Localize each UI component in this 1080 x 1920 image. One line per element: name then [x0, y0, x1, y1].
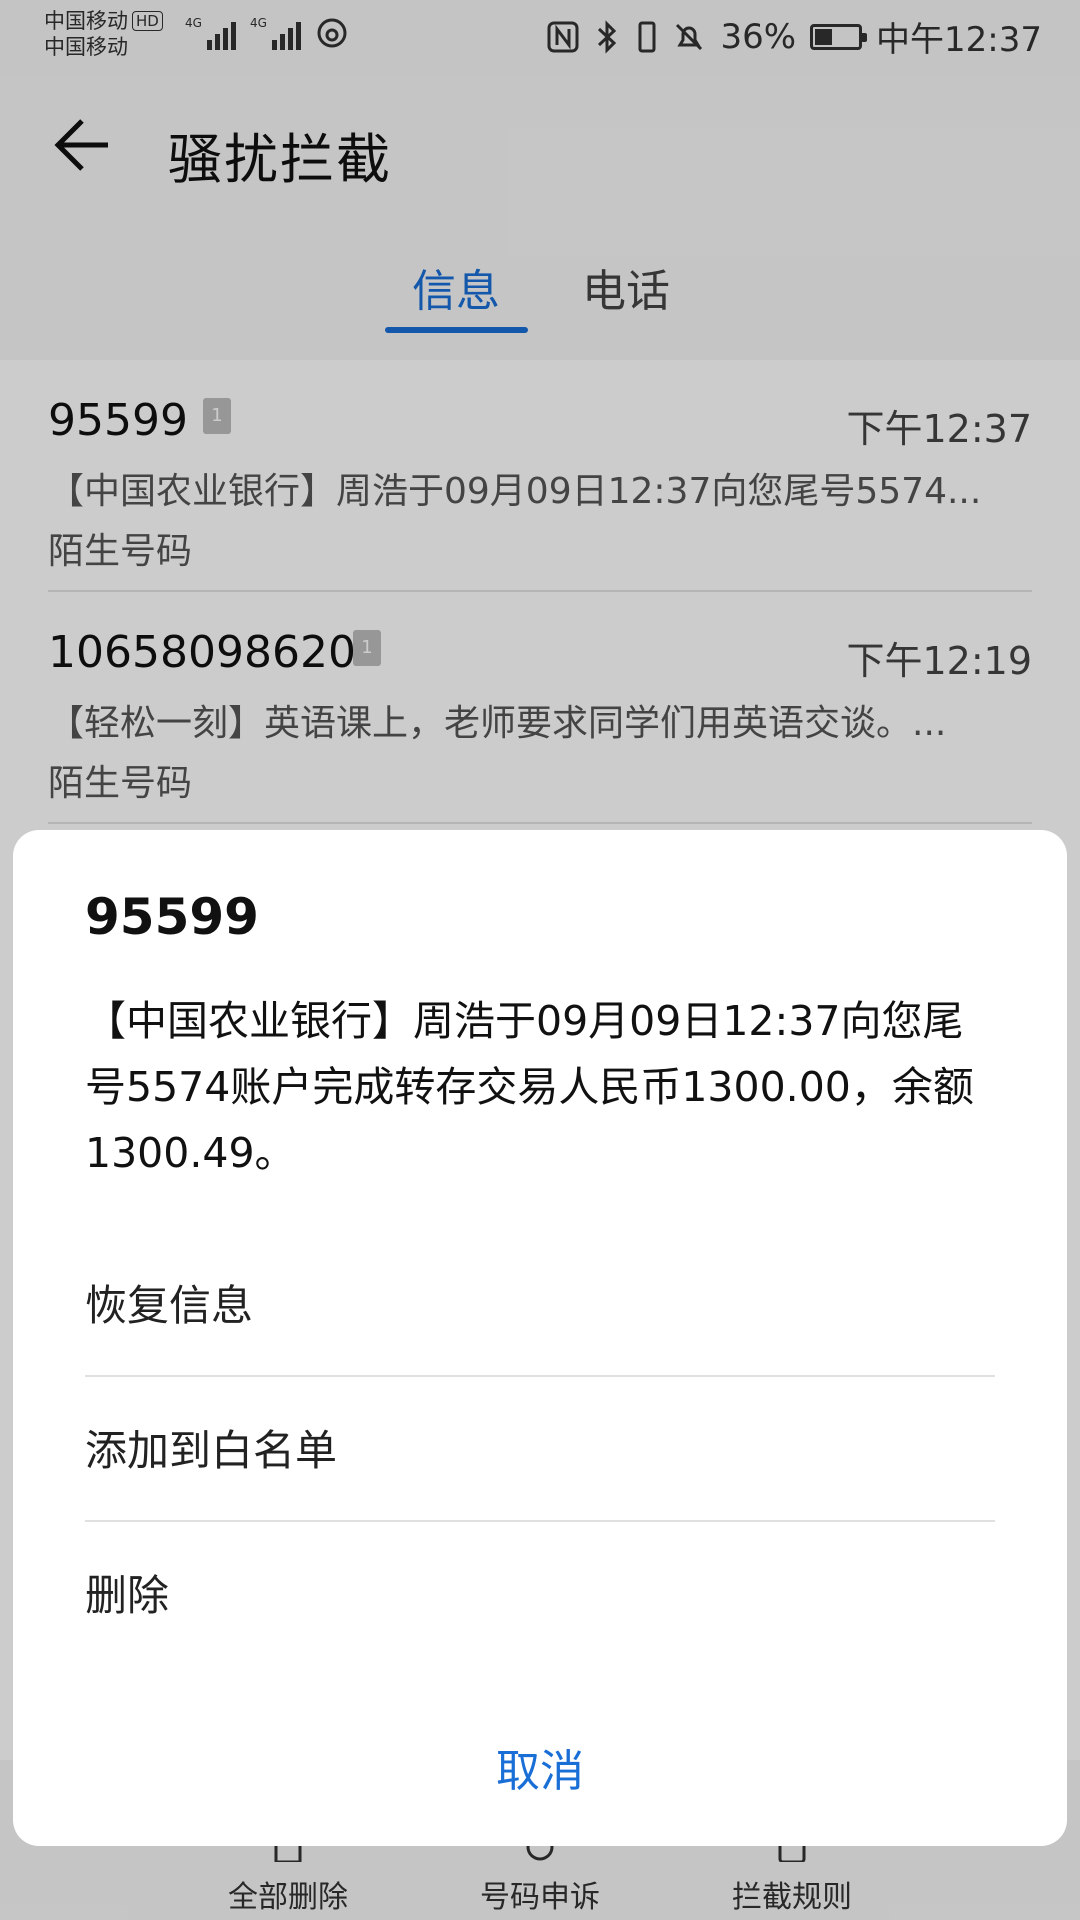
restore-message-button[interactable]: 恢复信息: [85, 1232, 995, 1377]
restore-message-label: 恢复信息: [85, 1281, 254, 1330]
delete-button[interactable]: 删除: [85, 1522, 995, 1667]
cancel-button[interactable]: 取消: [13, 1735, 1067, 1799]
dialog-message-body: 【中国农业银行】周浩于09月09日12:37向您尾号5574账户完成转存交易人民…: [85, 997, 974, 1177]
delete-label: 删除: [85, 1571, 170, 1620]
add-to-whitelist-button[interactable]: 添加到白名单: [85, 1377, 995, 1522]
add-to-whitelist-label: 添加到白名单: [85, 1426, 338, 1475]
dialog-title: 95599: [85, 888, 259, 946]
screen: 中国移动 HD 中国移动 4G 4G 36% 中午12:37 骚扰拦截 信息 电…: [0, 0, 1080, 1920]
message-dialog: 95599 【中国农业银行】周浩于09月09日12:37向您尾号5574账户完成…: [13, 830, 1067, 1846]
